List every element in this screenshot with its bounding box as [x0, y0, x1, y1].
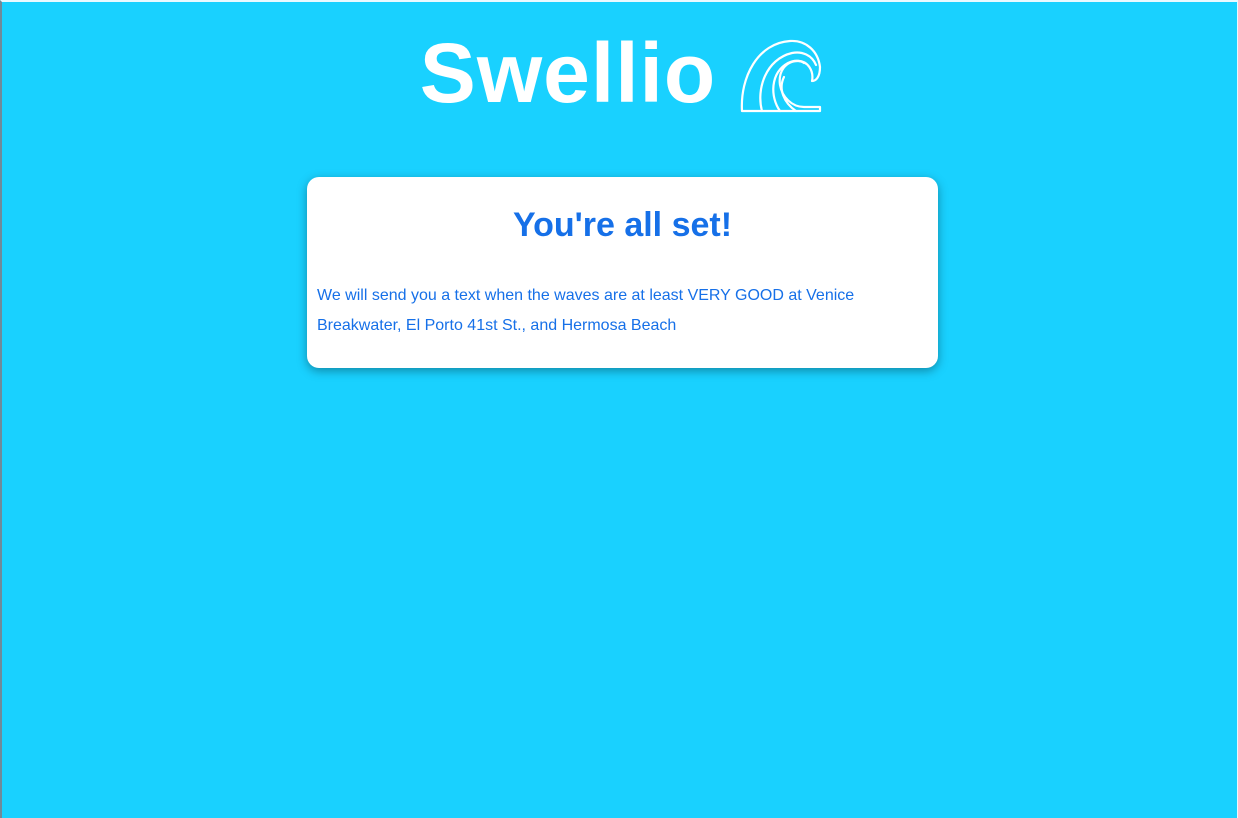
wave-icon: [741, 39, 822, 113]
confirmation-message: We will send you a text when the waves a…: [317, 287, 855, 334]
confirmation-title: You're all set!: [512, 206, 733, 244]
confirmation-card: You're all set! We will send you a text …: [307, 177, 938, 368]
brand-header: Swellio: [2, 28, 1238, 118]
brand-title: Swellio: [419, 26, 717, 120]
page: Swellio You're all set! We will send you…: [0, 0, 1238, 818]
